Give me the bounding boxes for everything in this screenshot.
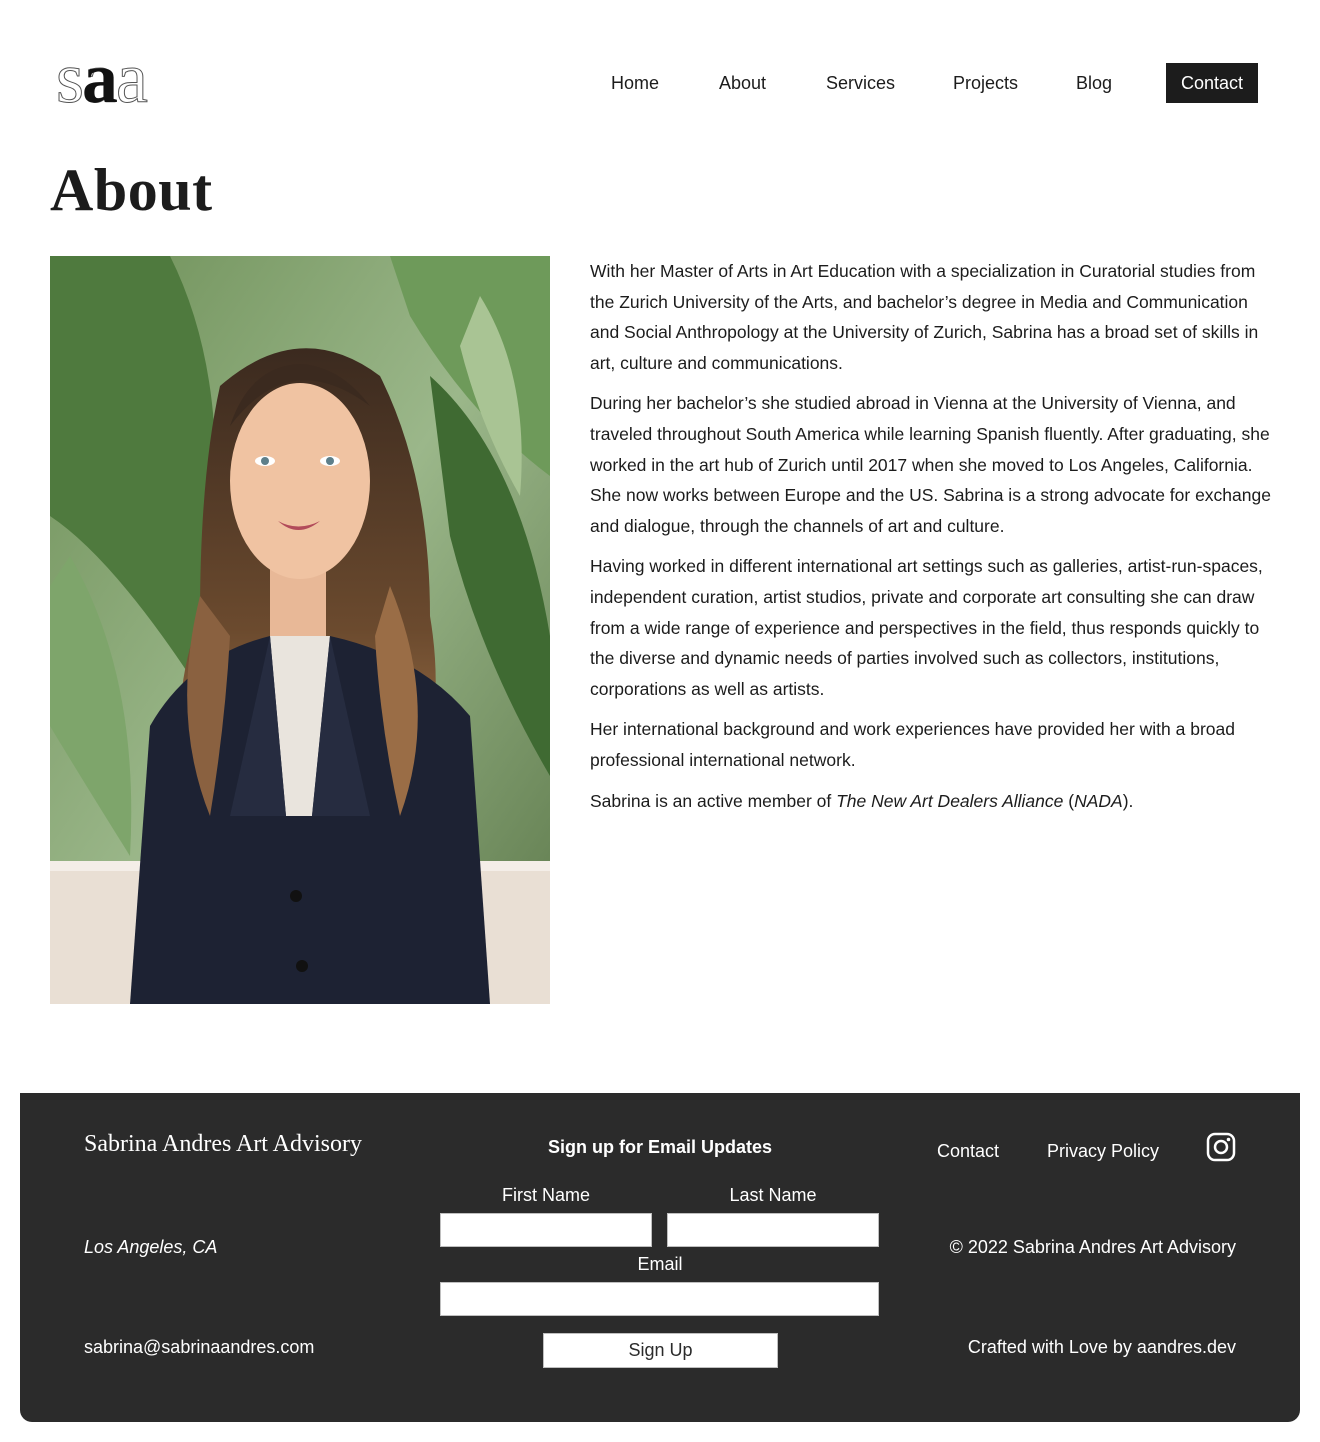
bio-org-name: The New Art Dealers Alliance	[836, 790, 1064, 811]
last-name-label: Last Name	[729, 1185, 817, 1205]
footer-location: Los Angeles, CA	[84, 1237, 218, 1257]
bio-p5-close: ).	[1122, 790, 1134, 811]
footer-privacy-link[interactable]: Privacy Policy	[1047, 1141, 1159, 1162]
signup-title: Sign up for Email Updates	[547, 1137, 773, 1157]
bio-p5-open: (	[1063, 790, 1075, 811]
last-name-input[interactable]	[667, 1213, 879, 1247]
footer-brand: Sabrina Andres Art Advisory	[84, 1131, 362, 1157]
bio-p5-prefix: Sabrina is an active member of	[590, 790, 837, 811]
portrait-photo	[50, 256, 550, 1004]
bio-text: With her Master of Arts in Art Education…	[590, 256, 1272, 826]
email-label: Email	[637, 1254, 683, 1274]
bio-paragraph-1: With her Master of Arts in Art Education…	[590, 261, 1259, 373]
sign-up-button[interactable]: Sign Up	[543, 1333, 778, 1368]
bio-paragraph-5: Sabrina is an active member of The New A…	[590, 786, 1272, 817]
bio-org-abbr: NADA	[1074, 790, 1123, 811]
nav-home[interactable]: Home	[611, 63, 659, 103]
footer-copyright: © 2022 Sabrina Andres Art Advisory	[949, 1237, 1236, 1257]
nav-about[interactable]: About	[719, 63, 766, 103]
nav-blog[interactable]: Blog	[1076, 63, 1112, 103]
footer-crafted[interactable]: Crafted with Love by aandres.dev	[968, 1337, 1236, 1358]
nav-projects[interactable]: Projects	[953, 63, 1018, 103]
nav-services[interactable]: Services	[826, 63, 895, 103]
bio-paragraph-3: Having worked in different international…	[590, 556, 1263, 699]
bio-paragraph-4: Her international background and work ex…	[590, 719, 1235, 770]
site-logo[interactable]: saa a	[56, 38, 188, 119]
logo-mark: saa a	[56, 38, 149, 119]
footer-email[interactable]: sabrina@sabrinaandres.com	[84, 1337, 314, 1358]
nav-contact-button[interactable]: Contact	[1166, 63, 1259, 103]
bio-paragraph-2: During her bachelor’s she studied abroad…	[590, 393, 1271, 536]
first-name-input[interactable]	[440, 1213, 652, 1247]
instagram-icon[interactable]	[1206, 1132, 1236, 1162]
site-footer: Sabrina Andres Art Advisory Los Angeles,…	[20, 1093, 1300, 1422]
first-name-label: First Name	[501, 1185, 590, 1205]
logo-solid-text: a	[82, 44, 118, 110]
email-input[interactable]	[440, 1282, 879, 1316]
page-title: About	[50, 157, 213, 223]
footer-contact-link[interactable]: Contact	[937, 1141, 999, 1162]
